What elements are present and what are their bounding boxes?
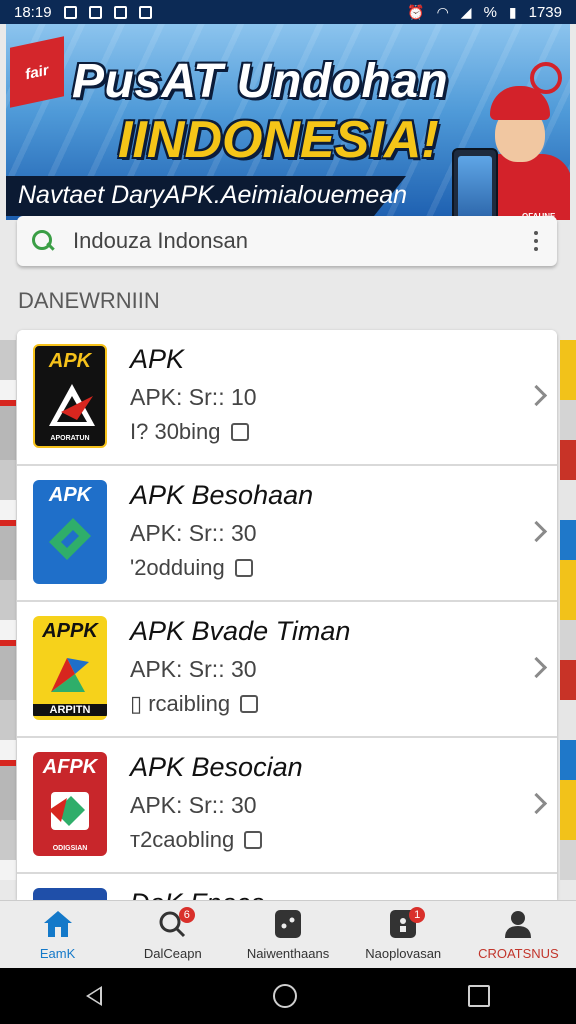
app-icon: APK APORATUN: [33, 344, 107, 448]
app-icon-foot: APORATUN: [50, 435, 90, 442]
more-vert-icon[interactable]: [533, 231, 539, 251]
side-decoration-left: [0, 340, 16, 880]
banner-flag-badge: fair: [10, 36, 64, 108]
app-icon: [33, 888, 107, 900]
app-icon-foot: ODIGSIAN: [52, 845, 88, 852]
app-card[interactable]: AFPK ODIGSIAN APK Besocian APK: Sr:: 30 …: [17, 738, 557, 874]
app-card[interactable]: APK APK Besohaan APK: Sr:: 30 '2odduing: [17, 466, 557, 602]
profile-icon: [505, 911, 532, 938]
app-icon: AFPK ODIGSIAN: [33, 752, 107, 856]
status-left: 18:19: [14, 4, 152, 21]
app-status-text: т2caobling: [130, 827, 235, 852]
app-name: DaK Fnaca: [130, 888, 265, 900]
app-meta: APK: Sr:: 30: [130, 792, 257, 818]
apps-icon: [275, 910, 301, 938]
search-input[interactable]: [71, 227, 533, 255]
triangle-logo-icon: [49, 384, 95, 426]
chevron-right-icon[interactable]: [525, 520, 548, 543]
back-icon[interactable]: [85, 986, 102, 1006]
app-status: т2caobling: [130, 827, 263, 853]
nav-label: DalCeapn: [143, 946, 202, 961]
app-icon-label: AFPK: [42, 756, 98, 778]
app-icon-label: APPK: [42, 620, 98, 642]
recents-icon[interactable]: [468, 985, 491, 1007]
banner-subtitle: Navtaet DaryAPK.Aeimialouemean: [18, 181, 408, 209]
app-card[interactable]: APK APORATUN APK APK: Sr:: 10 I? 30bing: [17, 330, 557, 466]
app-checkbox[interactable]: [234, 559, 253, 577]
app-icon: APK: [33, 480, 107, 584]
app-status: '2odduing: [130, 555, 253, 581]
battery-icon: ▮: [508, 3, 517, 20]
app-status: I? 30bing: [130, 419, 249, 445]
mascot-phone-screen: [458, 156, 492, 220]
notification-icon: [63, 5, 77, 19]
app-icon: APPK ARPITN: [33, 616, 107, 720]
home-button-icon[interactable]: [272, 984, 297, 1008]
app-meta: APK: Sr:: 30: [130, 656, 257, 682]
notification-badge: 6: [178, 907, 195, 923]
banner-title-line1: PusAT Undohan: [72, 55, 449, 108]
nav-item-profile[interactable]: CROATSNUS: [461, 901, 576, 969]
app-meta: APK: Sr:: 30: [130, 520, 257, 546]
promo-banner[interactable]: fair PusAT Undohan IINDONESIA! OFAUNE Na…: [6, 24, 570, 220]
app-card[interactable]: APPK ARPITN APK Bvade Timan APK: Sr:: 30…: [17, 602, 557, 738]
system-nav-bar: [0, 968, 576, 1024]
app-list[interactable]: APK APORATUN APK APK: Sr:: 10 I? 30bing …: [17, 330, 557, 900]
lock-notification-icon: [113, 5, 127, 19]
search-bar[interactable]: [17, 216, 557, 266]
alarm-icon: ⏰: [407, 3, 425, 20]
app-name: APK Besohaan: [130, 480, 314, 510]
notification-badge: 1: [409, 907, 426, 923]
app-card[interactable]: DaK Fnaca: [17, 874, 557, 900]
app-name: APK Besocian: [130, 752, 303, 782]
nav-item-apps[interactable]: Naiwenthaans: [230, 901, 345, 969]
app-checkbox[interactable]: [230, 423, 249, 441]
app-name: APK Bvade Timan: [130, 616, 351, 646]
app-meta: APK: Sr:: 10: [130, 384, 257, 410]
nav-label: EamK: [39, 946, 76, 961]
section-header: DANEWRNIIN: [18, 288, 160, 313]
signal-icon: ◢: [460, 3, 472, 20]
chevron-right-icon[interactable]: [525, 656, 548, 679]
app-checkbox[interactable]: [240, 695, 259, 713]
nav-item-home[interactable]: EamK: [0, 901, 115, 969]
chevron-right-icon[interactable]: [525, 384, 548, 407]
app-status-text: I? 30bing: [130, 419, 221, 444]
nav-item-search[interactable]: 6 DalCeapn: [115, 901, 230, 969]
app-status-text: '2odduing: [130, 555, 225, 580]
green-play-logo-icon: [49, 518, 91, 560]
status-bar: 18:19 ⏰ ◠ ◢ % ▮ 1739: [0, 0, 576, 24]
nav-item-downloads[interactable]: 1 Naoplovasan: [346, 901, 461, 969]
app-icon-foot: ARPITN: [33, 704, 107, 716]
colorful-logo-icon: [51, 658, 89, 692]
status-time: 18:19: [14, 3, 52, 21]
bottom-nav: EamK 6 DalCeapn Naiwenthaans 1 Naoplovas…: [0, 900, 576, 969]
status-right: ⏰ ◠ ◢ % ▮ 1739: [407, 4, 562, 21]
image-notification-icon: [88, 5, 102, 19]
map-logo-icon: [49, 792, 89, 830]
app-checkbox[interactable]: [244, 831, 263, 849]
app-icon-label: APK: [48, 350, 92, 372]
home-icon: [43, 911, 72, 937]
chevron-right-icon[interactable]: [525, 792, 548, 815]
app-icon-label: APK: [48, 484, 92, 506]
battery-text: 1739: [528, 3, 562, 21]
nav-label: CROATSNUS: [478, 946, 559, 961]
banner-title-line2: IINDONESIA!: [118, 111, 439, 169]
app-status: ▯ rcaibling: [130, 691, 259, 717]
battery-percent-sign: %: [483, 3, 497, 21]
download-icon: 1: [387, 907, 426, 939]
app-status-text: ▯ rcaibling: [130, 691, 231, 716]
mascot-phone-icon: [452, 148, 498, 220]
search-icon: [31, 229, 55, 253]
app-name: APK: [130, 344, 185, 374]
nav-label: Naoplovasan: [365, 946, 442, 961]
search-icon: 6: [157, 907, 195, 939]
side-decoration-right: [560, 340, 576, 880]
wifi-icon: ◠: [436, 3, 449, 20]
nav-label: Naiwenthaans: [246, 946, 330, 961]
alert-notification-icon: [138, 5, 152, 19]
